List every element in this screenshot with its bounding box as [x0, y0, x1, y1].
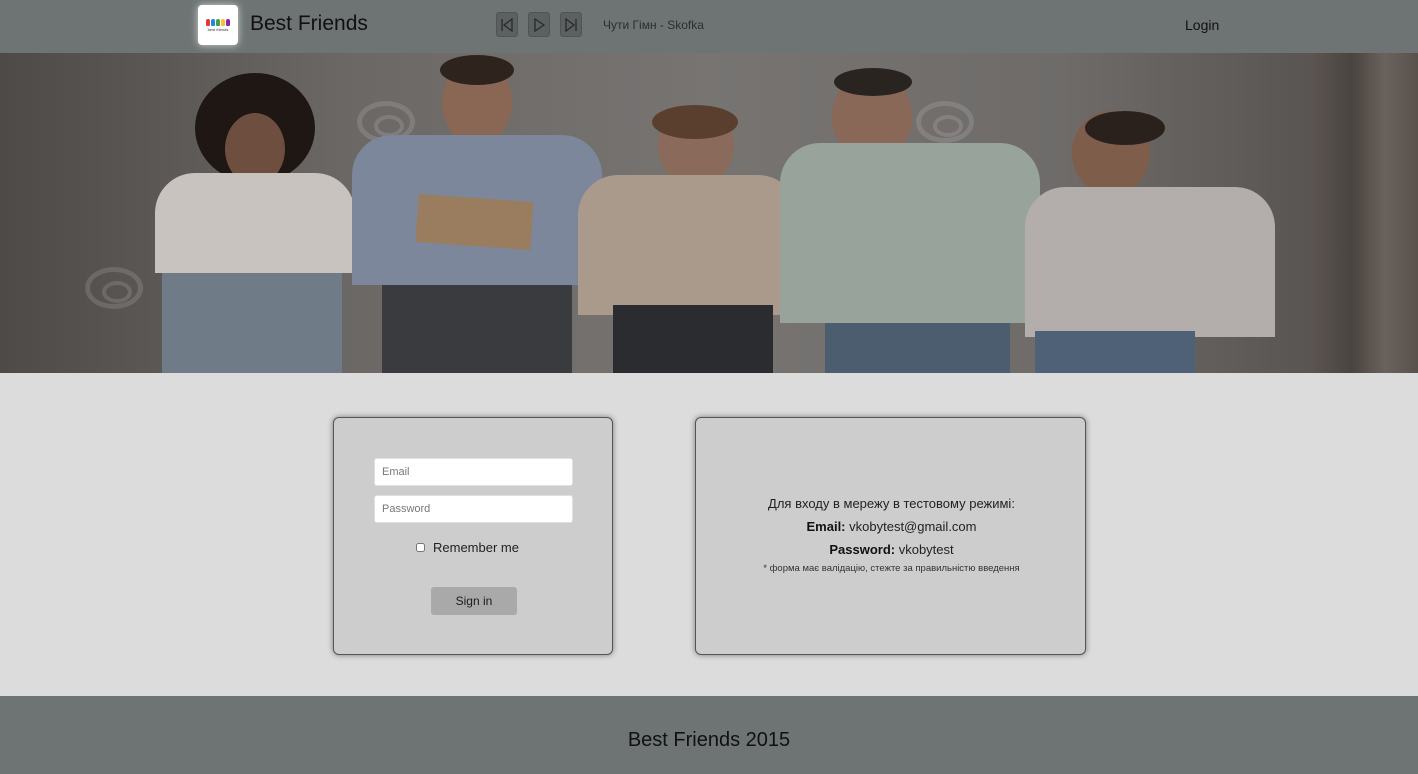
email-label: Email: [806, 519, 846, 534]
remember-label: Remember me [433, 540, 519, 555]
email-field[interactable] [374, 458, 573, 486]
play-icon[interactable] [528, 12, 550, 37]
login-link[interactable]: Login [1185, 17, 1219, 33]
password-value: vkobytest [898, 542, 954, 557]
person-figure [1010, 111, 1280, 373]
track-title: Чути Гімн - Skofka [603, 18, 704, 32]
test-credentials-card: Для входу в мережу в тестовому режимі: E… [695, 417, 1086, 655]
skip-forward-icon[interactable] [560, 12, 582, 37]
hero-wall [1308, 53, 1418, 373]
top-navbar: best friends Best Friends Чути Гімн - Sk… [0, 0, 1418, 53]
people-icon [206, 18, 230, 26]
logo[interactable]: best friends [198, 5, 238, 45]
footer-text: Best Friends 2015 [627, 729, 791, 751]
person-figure [352, 55, 602, 373]
info-email: Email: vkobytest@gmail.com [696, 515, 1087, 538]
person-figure [578, 105, 798, 373]
password-field[interactable] [374, 495, 573, 523]
remember-me[interactable]: Remember me [416, 540, 519, 555]
info-intro: Для входу в мережу в тестовому режимі: [768, 496, 1015, 511]
validation-note: * форма має валідацію, стежте за правиль… [763, 563, 1020, 574]
skip-back-icon[interactable] [496, 12, 518, 37]
brand-title[interactable]: Best Friends [250, 12, 368, 36]
info-password: Password: vkobytest [696, 538, 1087, 561]
signin-button[interactable]: Sign in [431, 587, 517, 615]
password-label: Password: [829, 542, 896, 557]
music-player [496, 12, 582, 37]
hero-image [0, 53, 1418, 373]
watermark-icon [85, 267, 143, 309]
footer: Best Friends 2015 [0, 696, 1418, 774]
person-figure [150, 73, 360, 373]
remember-checkbox[interactable] [416, 543, 425, 552]
email-value: vkobytest@gmail.com [849, 519, 977, 534]
login-card: Remember me Sign in [333, 417, 613, 655]
logo-caption: best friends [207, 26, 229, 32]
